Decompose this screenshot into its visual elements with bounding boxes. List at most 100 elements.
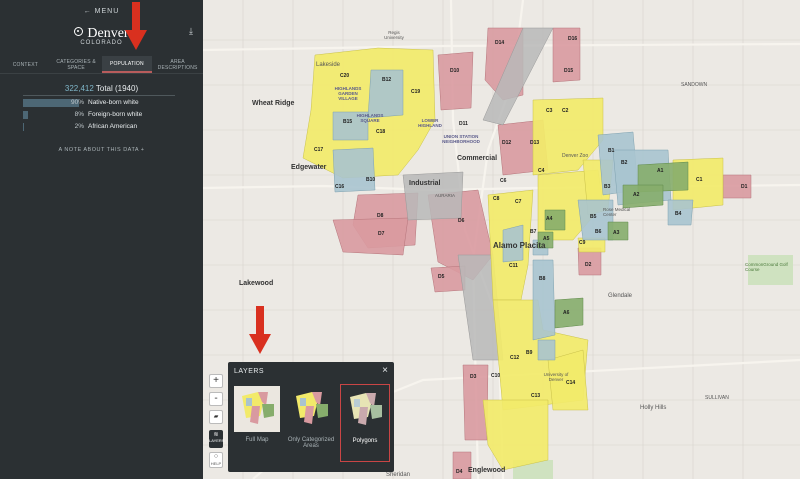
zone-label: D13 bbox=[530, 140, 540, 146]
zoom-out-button[interactable]: - bbox=[209, 392, 223, 406]
place-label: Alamo Placita bbox=[493, 241, 546, 250]
stat-row: 2% African American bbox=[0, 122, 203, 132]
download-icon[interactable]: ⤓ bbox=[189, 26, 193, 37]
total-divider bbox=[23, 95, 175, 96]
layers-button[interactable]: ≋ LAYERS bbox=[209, 430, 225, 448]
tab-population[interactable]: POPULATION bbox=[101, 56, 153, 73]
layer-option-categorized[interactable]: Only Categorized Areas bbox=[286, 384, 336, 462]
zone-label: A2 bbox=[633, 192, 640, 198]
population-total: 322,412 Total (1940) bbox=[0, 84, 203, 93]
red-arrow-icon bbox=[125, 2, 147, 50]
stat-percent: 2% bbox=[74, 123, 84, 130]
layer-option-polygons[interactable]: Polygons bbox=[340, 384, 390, 462]
layer-option-label: Only Categorized Areas bbox=[287, 437, 335, 449]
zone-label: D6 bbox=[458, 218, 465, 224]
zone-label: B1 bbox=[608, 148, 615, 154]
zone-label: D7 bbox=[378, 231, 385, 237]
layer-option-label: Polygons bbox=[352, 438, 378, 444]
place-label: Wheat Ridge bbox=[252, 100, 295, 107]
zone-label: C7 bbox=[515, 199, 522, 205]
place-label: Denver Zoo bbox=[562, 153, 589, 159]
red-arrow-icon bbox=[249, 306, 271, 354]
zone-label: B2 bbox=[621, 160, 628, 166]
tab-categories-space[interactable]: CATEGORIES & SPACE bbox=[51, 56, 102, 73]
polygons-thumbnail bbox=[342, 387, 388, 433]
layers-button-label: LAYERS bbox=[209, 438, 225, 443]
stat-percent: 8% bbox=[74, 111, 84, 118]
total-value: 322,412 bbox=[64, 84, 94, 93]
menu-link[interactable]: ← MENU bbox=[0, 8, 203, 15]
zone-label: B15 bbox=[343, 119, 353, 125]
place-label: Rose Medical Center bbox=[603, 207, 631, 217]
place-label: SANDOWN bbox=[681, 82, 708, 88]
zone-label: C8 bbox=[493, 196, 500, 202]
sidebar: ← MENU Denver COLORADO ⤓ CONTEXT CATEGOR… bbox=[0, 0, 203, 479]
zone-label: B8 bbox=[539, 276, 546, 282]
zone-label: C11 bbox=[509, 263, 518, 269]
place-label: Holly Hills bbox=[640, 405, 667, 411]
place-label: SULLIVAN bbox=[705, 395, 729, 401]
zone-label: C20 bbox=[340, 73, 350, 79]
zone-label: D2 bbox=[585, 262, 592, 268]
full-map-thumbnail bbox=[234, 386, 280, 432]
zone-label: D3 bbox=[470, 374, 477, 380]
zone-label: B4 bbox=[675, 211, 682, 217]
zone-label: D8 bbox=[377, 213, 384, 219]
zoom-in-button[interactable]: + bbox=[209, 374, 223, 388]
zone-label: C12 bbox=[510, 355, 520, 361]
place-label: Commercial bbox=[457, 155, 498, 162]
zone-label: D4 bbox=[456, 469, 463, 475]
neighborhood-label: LOWER HIGHLAND bbox=[418, 118, 442, 128]
zone-label: D16 bbox=[568, 36, 578, 42]
zone-label: B10 bbox=[366, 177, 376, 183]
tab-context[interactable]: CONTEXT bbox=[0, 56, 51, 73]
sidebar-tabs: CONTEXT CATEGORIES & SPACE POPULATION AR… bbox=[0, 56, 203, 74]
help-bulb-icon: ○ bbox=[213, 453, 219, 460]
place-label: Edgewater bbox=[291, 164, 327, 171]
zone-label: D10 bbox=[450, 68, 460, 74]
zone-label: D12 bbox=[502, 140, 512, 146]
stat-percent: 90% bbox=[70, 99, 84, 106]
stat-row: 90% Native-born white bbox=[0, 98, 203, 108]
help-button[interactable]: ○ HELP bbox=[209, 452, 223, 468]
zone-label: A5 bbox=[543, 236, 550, 242]
zone-label: C2 bbox=[562, 108, 569, 114]
place-label: Industrial bbox=[409, 180, 441, 187]
app: ← MENU Denver COLORADO ⤓ CONTEXT CATEGOR… bbox=[0, 0, 800, 479]
zone-label: A3 bbox=[613, 230, 620, 236]
layers-panel-title: LAYERS bbox=[234, 368, 265, 375]
zone-label: B12 bbox=[382, 77, 392, 83]
neighborhood-label: HIGHLANDS GARDEN VILLAGE bbox=[334, 86, 362, 101]
zone-label: D1 bbox=[741, 184, 748, 190]
stat-label: African American bbox=[88, 123, 138, 130]
zone-label: D5 bbox=[438, 274, 445, 280]
place-label: Glendale bbox=[608, 293, 633, 299]
zone-label: C9 bbox=[579, 240, 586, 246]
layer-option-full-map[interactable]: Full Map bbox=[232, 384, 282, 462]
zone-label: A6 bbox=[563, 310, 570, 316]
place-label: Regis University bbox=[384, 30, 404, 40]
zone-label: B3 bbox=[604, 184, 611, 190]
zone-label: D15 bbox=[564, 68, 574, 74]
zone-label: A4 bbox=[546, 216, 553, 222]
us-map-icon[interactable]: ▰ bbox=[209, 410, 223, 424]
zone-label: C17 bbox=[314, 147, 324, 153]
zone-label: C4 bbox=[538, 168, 545, 174]
zone-label: C13 bbox=[531, 393, 541, 399]
zone-label: C18 bbox=[376, 129, 386, 135]
zone-label: C10 bbox=[491, 373, 501, 379]
zone-label: C3 bbox=[546, 108, 553, 114]
zone-label: D11 bbox=[459, 121, 468, 127]
tab-area-descriptions[interactable]: AREA DESCRIPTIONS bbox=[152, 56, 203, 73]
stat-label: Native-born white bbox=[88, 99, 139, 106]
location-target-icon[interactable] bbox=[74, 27, 84, 36]
place-label: Sheridan bbox=[386, 472, 411, 478]
data-note-link[interactable]: A NOTE ABOUT THIS DATA + bbox=[0, 147, 203, 153]
stat-bar bbox=[23, 123, 24, 131]
total-label: Total (1940) bbox=[95, 84, 139, 93]
layers-panel: LAYERS × Full Map Only Categorized Areas… bbox=[228, 362, 394, 472]
stat-row: 8% Foreign-born white bbox=[0, 110, 203, 120]
place-label: AURARIA bbox=[435, 193, 456, 198]
close-icon[interactable]: × bbox=[382, 365, 388, 376]
zone-label: B6 bbox=[595, 229, 602, 235]
